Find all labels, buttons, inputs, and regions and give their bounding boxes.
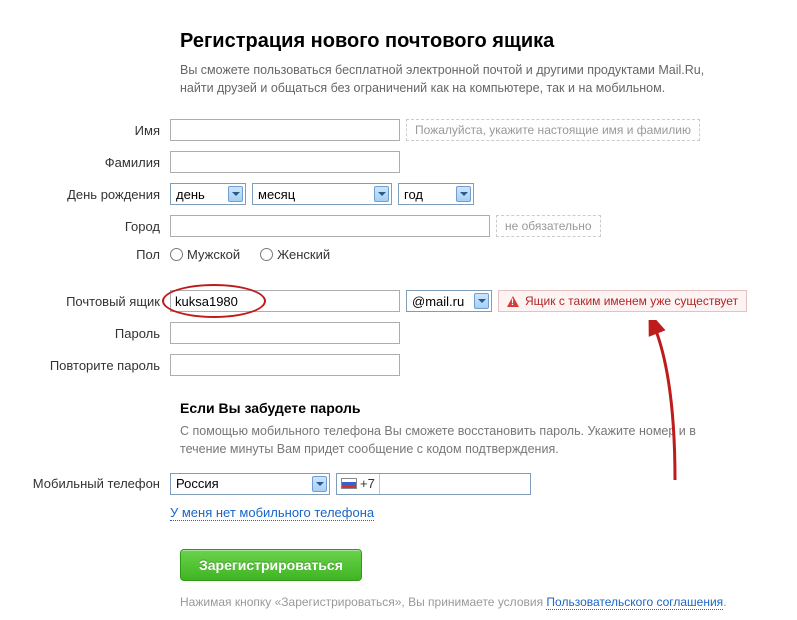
radio-icon [170,248,183,261]
chevron-down-icon [228,186,243,202]
mailbox-error: Ящик с таким именем уже существует [498,290,747,312]
flag-ru-icon [341,478,357,489]
birthday-year-value: год [404,187,423,202]
mailbox-login-input[interactable] [170,290,400,312]
birthday-year-select[interactable]: год [398,183,474,205]
mobile-prefix: +7 [360,476,375,491]
birthday-month-value: месяц [258,187,295,202]
register-button[interactable]: Зарегистрироваться [180,549,362,581]
mailbox-label: Почтовый ящик [0,294,170,309]
no-mobile-link[interactable]: У меня нет мобильного телефона [170,505,374,521]
warning-icon [507,296,519,307]
firstname-input[interactable] [170,119,400,141]
birthday-label: День рождения [0,187,170,202]
mobile-label: Мобильный телефон [0,476,170,491]
agreement-link[interactable]: Пользовательского соглашения [546,595,723,610]
page-subtitle: Вы сможете пользоваться бесплатной элект… [180,61,740,97]
birthday-day-value: день [176,187,205,202]
password-label: Пароль [0,326,170,341]
sex-female-label: Женский [277,247,330,262]
birthday-month-select[interactable]: месяц [252,183,392,205]
birthday-day-select[interactable]: день [170,183,246,205]
sex-label: Пол [0,247,170,262]
sex-female-radio[interactable]: Женский [260,247,330,262]
agreement-prefix: Нажимая кнопку «Зарегистрироваться», Вы … [180,595,546,609]
sex-male-label: Мужской [187,247,240,262]
sex-male-radio[interactable]: Мужской [170,247,240,262]
chevron-down-icon [456,186,471,202]
password2-label: Повторите пароль [0,358,170,373]
mobile-country-select[interactable]: Россия [170,473,330,495]
password2-input[interactable] [170,354,400,376]
mobile-number-input[interactable] [380,474,530,494]
lastname-label: Фамилия [0,155,170,170]
city-label: Город [0,219,170,234]
city-hint: не обязательно [496,215,601,237]
name-hint: Пожалуйста, укажите настоящие имя и фами… [406,119,700,141]
recovery-heading: Если Вы забудете пароль [180,400,797,416]
firstname-label: Имя [0,123,170,138]
password-input[interactable] [170,322,400,344]
page-title: Регистрация нового почтового ящика [180,30,797,53]
mailbox-domain-select[interactable]: @mail.ru [406,290,492,312]
radio-icon [260,248,273,261]
chevron-down-icon [312,476,327,492]
agreement-text: Нажимая кнопку «Зарегистрироваться», Вы … [180,595,797,609]
chevron-down-icon [474,293,489,309]
city-input[interactable] [170,215,490,237]
lastname-input[interactable] [170,151,400,173]
recovery-desc: С помощью мобильного телефона Вы сможете… [180,422,720,458]
mobile-country-value: Россия [176,476,219,491]
chevron-down-icon [374,186,389,202]
mailbox-error-text: Ящик с таким именем уже существует [525,294,738,308]
mailbox-domain-value: @mail.ru [412,294,464,309]
